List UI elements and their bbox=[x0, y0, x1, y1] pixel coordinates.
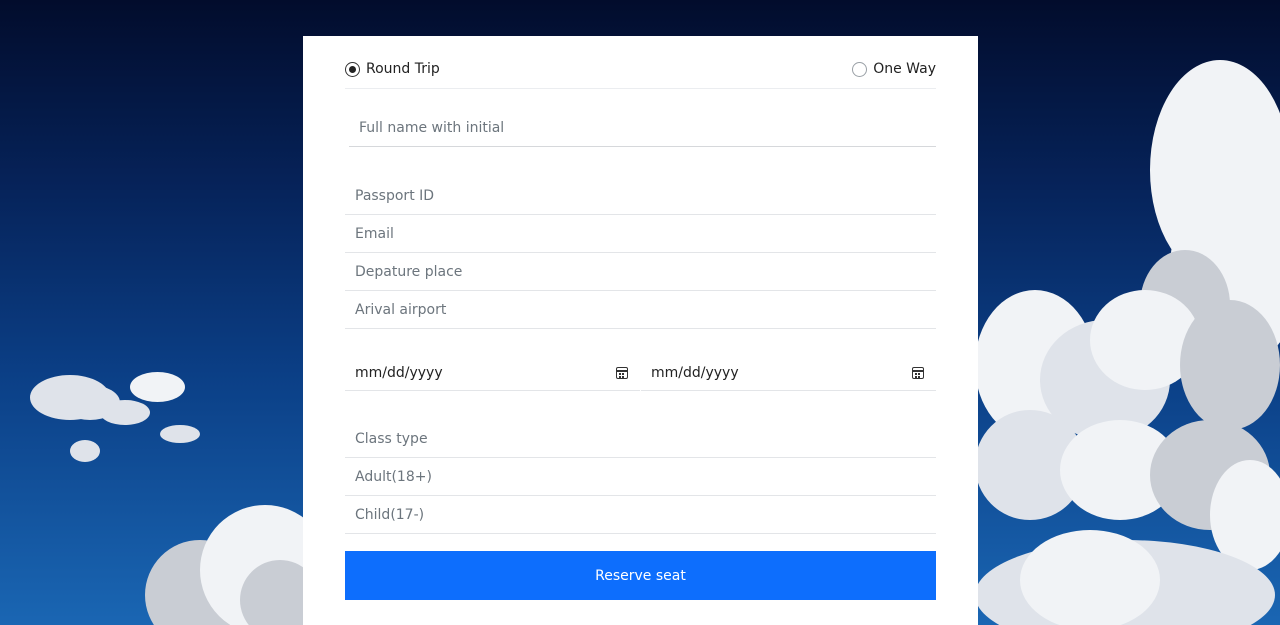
arrival-airport-input[interactable]: Arival airport bbox=[345, 291, 936, 329]
booking-form-card: Round Trip One Way Full name with initia… bbox=[303, 36, 978, 625]
return-date-input[interactable]: mm/dd/yyyy bbox=[641, 355, 936, 391]
one-way-option[interactable]: One Way bbox=[852, 61, 936, 77]
child-count-input[interactable]: Child(17-) bbox=[345, 496, 936, 534]
full-name-placeholder: Full name with initial bbox=[359, 119, 505, 136]
email-input[interactable]: Email bbox=[345, 215, 936, 253]
trip-type-selector: Round Trip One Way bbox=[345, 61, 936, 89]
passport-id-placeholder: Passport ID bbox=[355, 187, 435, 204]
departure-place-placeholder: Depature place bbox=[355, 263, 463, 280]
adult-count-placeholder: Adult(18+) bbox=[355, 468, 432, 485]
class-type-select[interactable]: Class type bbox=[345, 420, 936, 458]
child-count-placeholder: Child(17-) bbox=[355, 506, 425, 523]
return-date-value: mm/dd/yyyy bbox=[651, 364, 739, 381]
full-name-input[interactable]: Full name with initial bbox=[349, 109, 936, 147]
class-type-placeholder: Class type bbox=[355, 430, 428, 447]
calendar-icon[interactable] bbox=[912, 367, 924, 379]
reserve-seat-button[interactable]: Reserve seat bbox=[345, 551, 936, 600]
round-trip-option[interactable]: Round Trip bbox=[345, 61, 440, 77]
round-trip-label: Round Trip bbox=[366, 61, 440, 77]
one-way-label: One Way bbox=[873, 61, 936, 77]
departure-date-input[interactable]: mm/dd/yyyy bbox=[345, 355, 640, 391]
round-trip-radio[interactable] bbox=[345, 61, 360, 77]
adult-count-input[interactable]: Adult(18+) bbox=[345, 458, 936, 496]
calendar-icon[interactable] bbox=[616, 367, 628, 379]
one-way-radio[interactable] bbox=[852, 61, 868, 77]
arrival-airport-placeholder: Arival airport bbox=[355, 301, 447, 318]
departure-date-value: mm/dd/yyyy bbox=[355, 364, 443, 381]
passport-id-input[interactable]: Passport ID bbox=[345, 177, 936, 215]
email-placeholder: Email bbox=[355, 225, 394, 242]
departure-place-input[interactable]: Depature place bbox=[345, 253, 936, 291]
